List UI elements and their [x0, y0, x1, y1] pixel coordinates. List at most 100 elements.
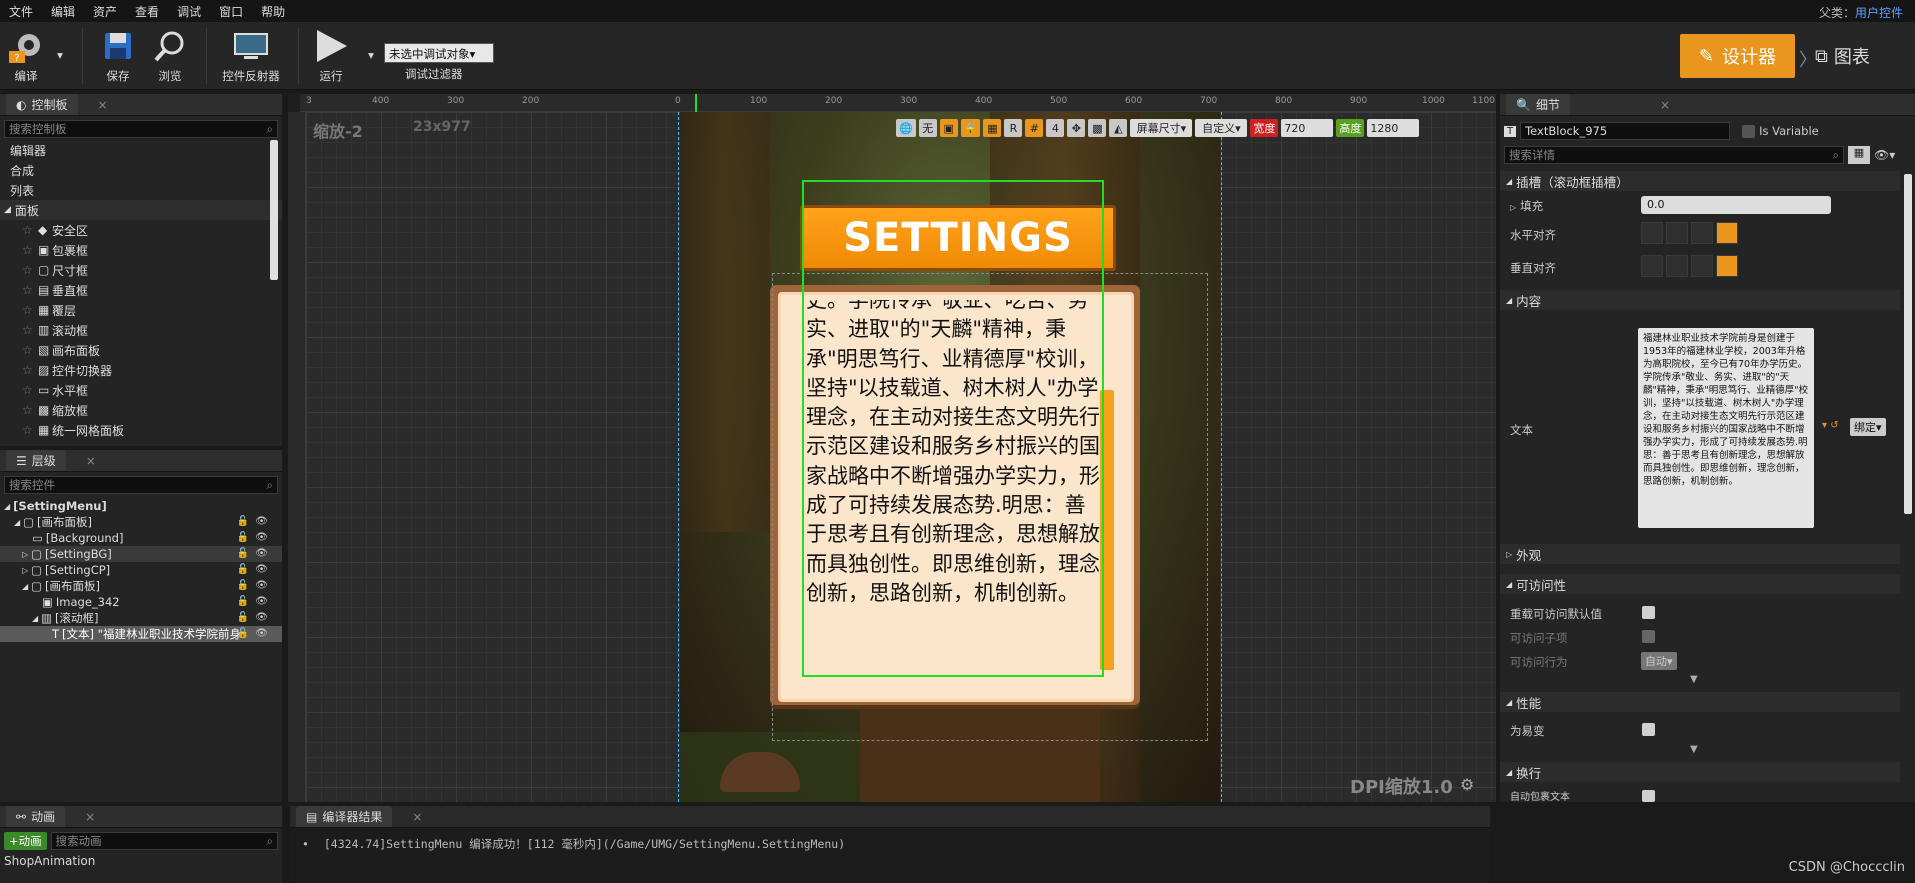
localization-none-button[interactable]: 无 — [918, 119, 937, 137]
align-vfill-button[interactable] — [1716, 255, 1738, 277]
palette-category-panel[interactable]: ◢ 面板 — [0, 200, 282, 220]
palette-item[interactable]: ☆ ▦ 覆层 — [0, 300, 282, 320]
hierarchy-item[interactable]: ▣ Image_342 🔓👁 — [0, 594, 282, 610]
screen-size-dropdown[interactable]: 屏幕尺寸▾ — [1130, 119, 1193, 137]
image-icon[interactable]: ▩ — [1088, 119, 1107, 137]
hierarchy-search[interactable]: 搜索控件 ⌕ — [4, 476, 278, 494]
move-icon[interactable]: ✥ — [1067, 119, 1086, 137]
wrap-category[interactable]: ◢ 换行 — [1500, 762, 1900, 782]
bind-dropdown[interactable]: 绑定▾ — [1850, 418, 1886, 436]
close-icon[interactable]: × — [412, 810, 422, 824]
advanced-expand-icon[interactable]: ▼ — [1690, 744, 1698, 755]
reset-arrow-icon[interactable]: ▾ ↺ — [1822, 420, 1839, 431]
star-icon[interactable]: ☆ — [22, 223, 38, 237]
compiler-tab[interactable]: ▤ 编译器结果 — [296, 806, 393, 827]
designer-mode-button[interactable]: ✎ 设计器 — [1680, 34, 1795, 78]
eye-icon[interactable]: 👁▾ — [1874, 148, 1895, 162]
layout-icon[interactable]: ▦ — [983, 119, 1002, 137]
override-access-checkbox[interactable] — [1642, 606, 1655, 619]
lock-eye-icons[interactable]: 🔓👁 — [237, 564, 274, 575]
palette-item[interactable]: ☆ ▤ 垂直框 — [0, 280, 282, 300]
gear-icon[interactable]: ⚙ — [1460, 775, 1474, 794]
star-icon[interactable]: ☆ — [22, 343, 38, 357]
lock-eye-icons[interactable]: 🔓👁 — [237, 580, 274, 591]
padding-input[interactable]: 0.0 — [1641, 196, 1831, 214]
add-animation-button[interactable]: +动画 — [4, 832, 47, 850]
compile-options-arrow[interactable]: ▾ — [52, 48, 68, 62]
access-children-checkbox[interactable] — [1642, 630, 1655, 643]
palette-search[interactable]: 搜索控制板 ⌕ — [4, 120, 278, 138]
outline-icon[interactable]: ▣ — [939, 119, 958, 137]
lock-eye-icons[interactable]: 🔓👁 — [237, 612, 274, 623]
lock-eye-icons[interactable]: 🔓👁 — [237, 596, 274, 607]
animation-item[interactable]: ShopAnimation — [0, 854, 282, 868]
details-tab[interactable]: 🔍 细节 — [1506, 94, 1570, 115]
align-right-button[interactable] — [1691, 222, 1713, 244]
align-left-button[interactable] — [1641, 222, 1663, 244]
save-button[interactable]: 保存 — [96, 26, 140, 84]
lock-eye-icons[interactable]: 🔓👁 — [237, 516, 274, 527]
globe-icon[interactable]: 🌐 — [896, 119, 916, 137]
star-icon[interactable]: ☆ — [22, 323, 38, 337]
custom-dropdown[interactable]: 自定义▾ — [1195, 119, 1248, 137]
run-button[interactable]: 运行 — [308, 26, 354, 84]
palette-item[interactable]: ☆ ▣ 包裹框 — [0, 240, 282, 260]
palette-item[interactable]: ☆ ▦ 统一网格面板 — [0, 420, 282, 440]
star-icon[interactable]: ☆ — [22, 403, 38, 417]
palette-tab[interactable]: ◐ 控制板 — [6, 94, 78, 115]
mirror-icon[interactable]: ◭ — [1109, 119, 1128, 137]
star-icon[interactable]: ☆ — [22, 303, 38, 317]
palette-scrollbar[interactable] — [270, 140, 278, 280]
palette-category-list[interactable]: 列表 — [0, 180, 282, 200]
palette-item[interactable]: ☆ ▭ 水平框 — [0, 380, 282, 400]
widget-name-input[interactable]: TextBlock_975 — [1520, 122, 1731, 140]
menu-edit[interactable]: 编辑 — [42, 3, 84, 20]
lock-eye-icons[interactable]: 🔓👁 — [237, 548, 274, 559]
star-icon[interactable]: ☆ — [22, 363, 38, 377]
align-middle-button[interactable] — [1666, 255, 1688, 277]
selection-outline[interactable] — [802, 180, 1104, 677]
hierarchy-item[interactable]: ◢ ▢ [画布面板] 🔓👁 — [0, 514, 282, 530]
close-icon[interactable]: × — [85, 810, 95, 824]
debug-object-select[interactable]: 未选中调试对象▾ — [384, 43, 494, 63]
hierarchy-item-selected[interactable]: T [文本] "福建林业职业技术学院前身 🔓👁 — [0, 626, 282, 642]
performance-category[interactable]: ◢ 性能 — [1500, 692, 1900, 712]
hierarchy-item[interactable]: ◢ ▢ [画布面板] 🔓👁 — [0, 578, 282, 594]
align-bottom-button[interactable] — [1691, 255, 1713, 277]
align-top-button[interactable] — [1641, 255, 1663, 277]
menu-view[interactable]: 查看 — [126, 3, 168, 20]
volatile-checkbox[interactable] — [1642, 723, 1655, 736]
content-category[interactable]: ◢ 内容 — [1500, 290, 1900, 310]
palette-category-editor[interactable]: 编辑器 — [0, 140, 282, 160]
close-icon[interactable]: × — [1660, 98, 1670, 112]
menu-help[interactable]: 帮助 — [252, 3, 294, 20]
hierarchy-item[interactable]: ▭ [Background] 🔓👁 — [0, 530, 282, 546]
grid-snap-icon[interactable]: # — [1025, 119, 1044, 137]
palette-item[interactable]: ☆ ▢ 尺寸框 — [0, 260, 282, 280]
run-options-arrow[interactable]: ▾ — [364, 48, 378, 62]
hierarchy-item[interactable]: ▷ ▢ [SettingBG] 🔓👁 — [0, 546, 282, 562]
lock-icon[interactable]: 🔒 — [960, 119, 981, 137]
browse-button[interactable]: 浏览 — [148, 26, 192, 84]
hierarchy-item[interactable]: ◢ ▥ [滚动框] 🔓👁 — [0, 610, 282, 626]
align-fill-button[interactable] — [1716, 222, 1738, 244]
align-center-button[interactable] — [1666, 222, 1688, 244]
star-icon[interactable]: ☆ — [22, 263, 38, 277]
accessibility-category[interactable]: ◢ 可访问性 — [1500, 574, 1900, 594]
details-search[interactable]: 搜索详情 ⌕ — [1504, 146, 1844, 164]
lock-eye-icons[interactable]: 🔓👁 — [237, 628, 274, 639]
widget-reflector-button[interactable]: 控件反射器 — [218, 26, 284, 84]
access-behavior-dropdown[interactable]: 自动▾ — [1641, 652, 1677, 670]
star-icon[interactable]: ☆ — [22, 383, 38, 397]
hierarchy-tab[interactable]: ☰ 层级 — [6, 450, 66, 471]
parent-class-link[interactable]: 用户控件 — [1855, 6, 1903, 20]
width-input[interactable]: 720 — [1281, 119, 1334, 137]
lock-eye-icons[interactable]: 🔓👁 — [237, 532, 274, 543]
auto-wrap-checkbox[interactable] — [1642, 790, 1655, 802]
hierarchy-item-root[interactable]: ◢ [SettingMenu] — [0, 498, 282, 514]
appearance-category[interactable]: ▷ 外观 — [1500, 544, 1900, 564]
compile-button[interactable]: ? 编译 — [4, 26, 48, 84]
close-icon[interactable]: × — [98, 98, 108, 112]
palette-item[interactable]: ☆ ▩ 缩放框 — [0, 400, 282, 420]
palette-item[interactable]: ☆ ▧ 画布面板 — [0, 340, 282, 360]
